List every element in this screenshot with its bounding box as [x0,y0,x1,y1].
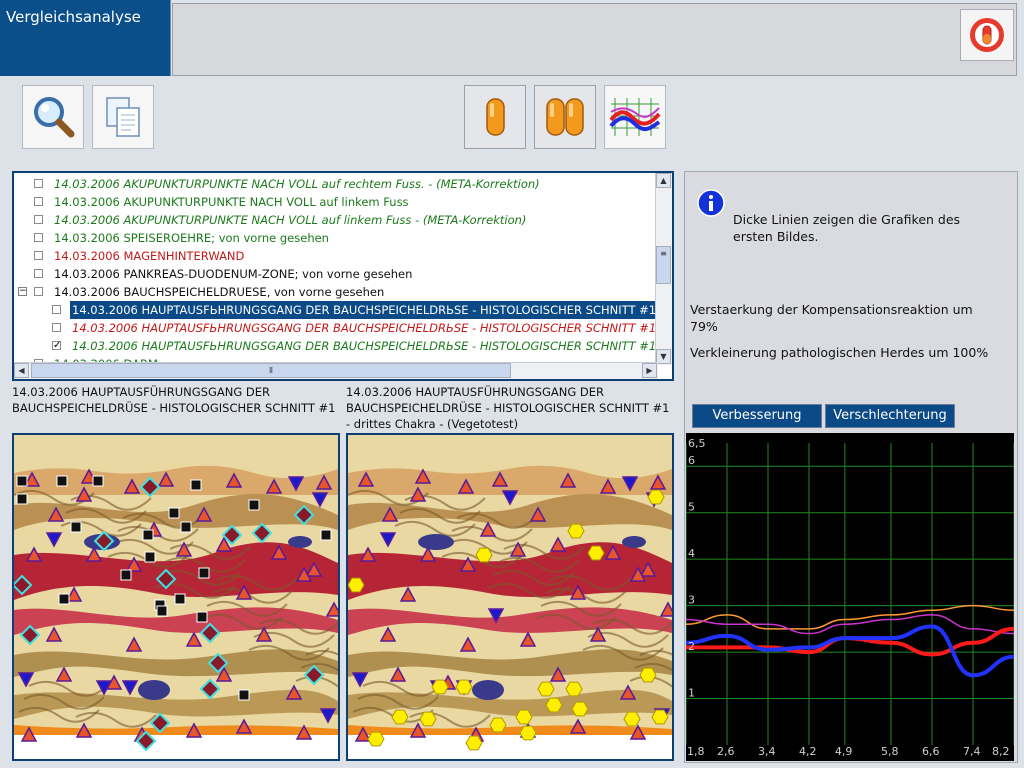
histology-picture [348,435,672,759]
tree-row-label: 14.03.2006 HAUPTAUSFЬHRUNGSGANG DER BAUC… [72,339,657,353]
x-tick-label: 4,2 [799,745,817,758]
improvement-button[interactable]: Verbesserung [692,404,822,428]
comparison-graph[interactable]: 1 2 3 4 5 6 6,5 1,8 2,6 3,4 4,2 4,9 5,8 6,6 7,4 8,2 [685,433,1015,761]
tree-row-label: 14.03.2006 MAGENHINTERWAND [54,249,245,263]
row-checkbox[interactable] [34,197,43,206]
row-checkbox[interactable] [34,251,43,260]
y-tick-label: 1 [688,687,695,700]
scroll-left-button[interactable]: ◀ [14,363,29,378]
power-off-button[interactable] [960,9,1014,61]
info-icon [697,189,725,217]
copy-button[interactable] [92,85,154,149]
right-histology-image[interactable] [346,433,674,761]
double-capsule-icon [546,98,584,136]
x-tick-label: 1,8 [687,745,705,758]
series-line-2 [686,626,1015,657]
row-checkbox[interactable] [52,305,61,314]
search-button[interactable] [22,85,84,149]
horizontal-scrollbar[interactable]: ◀ ⦀ ▶ [14,362,658,379]
tree-row-label: 14.03.2006 AKUPUNKTURPUNKTE NACH VOLL au… [54,195,409,209]
left-histology-image[interactable] [12,433,340,761]
tree-row[interactable]: 14.03.2006 HAUPTAUSFЬHRUNGSGANG DER BAUC… [14,319,658,337]
info-note-line: ersten Bildes. [733,229,819,244]
left-image-caption: 14.03.2006 HAUPTAUSFÜHRUNGSGANG DER BAUC… [12,384,335,416]
tree-row-label: 14.03.2006 PANKREAS-DUODENUM-ZONE; von v… [54,267,413,281]
row-checkbox[interactable] [34,215,43,224]
y-tick-label: 6 [688,454,695,467]
info-note: Dicke Linien zeigen die Grafiken des ers… [733,211,960,245]
header-bar [172,3,1017,76]
copy-documents-icon [106,97,140,137]
x-tick-label: 3,4 [758,745,776,758]
deterioration-button[interactable]: Verschlechterung [825,404,955,428]
comparison-chart: 1 2 3 4 5 6 6,5 1,8 2,6 3,4 4,2 4,9 5,8 6,6 7,4 8,2 [685,437,1015,758]
y-tick-label: 6,5 [688,437,706,450]
tree-row-label: 14.03.2006 AKUPUNKTURPUNKTE NACH VOLL au… [54,213,527,227]
row-checkbox[interactable] [34,233,43,242]
y-tick-label: 4 [688,547,695,560]
tree-row-label: 14.03.2006 HAUPTAUSFЬHRUNGSGANG DER BAUC… [70,301,661,319]
x-tick-label: 6,6 [922,745,940,758]
scroll-thumb-horizontal[interactable]: ⦀ [31,363,511,378]
scroll-up-button[interactable]: ▲ [656,173,671,188]
graph-view-button[interactable] [604,85,666,149]
scroll-thumb[interactable]: ≡ [656,246,671,284]
tree-row[interactable]: 14.03.2006 AKUPUNKTURPUNKTE NACH VOLL au… [14,193,658,211]
caption-line: BAUCHSPEICHELDRÜSE - HISTOLOGISCHER SCHN… [346,401,670,415]
tree-row[interactable]: 14.03.2006 AKUPUNKTURPUNKTE NACH VOLL au… [14,211,658,229]
collapse-toggle[interactable]: − [18,287,27,296]
caption-line: 14.03.2006 HAUPTAUSFÜHRUNGSGANG DER [346,385,605,399]
row-checkbox[interactable]: ✓ [52,341,61,351]
row-checkbox[interactable] [52,323,61,332]
tree-row[interactable]: 14.03.2006 MAGENHINTERWAND [14,247,658,265]
tree-row[interactable]: ✓ 14.03.2006 HAUPTAUSFЬHRUNGSGANG DER BAU… [14,337,658,355]
tree-row-label: 14.03.2006 SPEISEROEHRE; von vorne geseh… [54,231,329,245]
tree-row-label: 14.03.2006 AKUPUNKTURPUNKTE NACH VOLL au… [54,177,540,191]
series-line-0 [685,604,1015,630]
single-capsule-icon [486,98,505,136]
tree-row-label: 14.03.2006 BAUCHSPEICHELDRUESE, von vorn… [54,285,385,299]
stat-line: 79% [690,319,718,334]
single-image-view-button[interactable] [464,85,526,149]
caption-line: 14.03.2006 HAUPTAUSFÜHRUNGSGANG DER [12,385,271,399]
caption-line: BAUCHSPEICHELDRÜSE - HISTOLOGISCHER SCHN… [12,401,336,415]
graph-lines-icon [609,98,661,136]
histology-picture [14,435,338,759]
series-line-3 [685,624,1015,678]
row-checkbox[interactable] [34,179,43,188]
window-title-tab: Vergleichsanalyse [0,0,171,76]
lesion-stat: Verkleinerung pathologischen Herdes um 1… [690,345,989,360]
compare-view-button[interactable] [534,85,596,149]
stat-line: Verstaerkung der Kompensationsreaktion u… [690,302,973,317]
window-title: Vergleichsanalyse [6,8,141,26]
right-image-caption: 14.03.2006 HAUPTAUSFÜHRUNGSGANG DER BAUC… [346,384,669,432]
row-checkbox[interactable] [34,269,43,278]
y-tick-label: 3 [688,594,695,607]
power-off-icon [970,18,1004,52]
tree-row[interactable]: 14.03.2006 AKUPUNKTURPUNKTE NACH VOLL au… [14,175,658,193]
tree-row[interactable]: − 14.03.2006 BAUCHSPEICHELDRUESE, von vor… [14,283,658,301]
tree-row-label: 14.03.2006 HAUPTAUSFЬHRUNGSGANG DER BAUC… [72,321,657,335]
x-tick-label: 5,8 [881,745,899,758]
x-tick-label: 7,4 [963,745,981,758]
y-tick-label: 5 [688,501,695,514]
caption-line: - drittes Chakra - (Vegetotest) [346,417,519,431]
row-checkbox[interactable] [34,287,43,296]
measurement-tree[interactable]: 14.03.2006 AKUPUNKTURPUNKTE NACH VOLL au… [12,171,674,381]
magnifier-icon [34,97,75,138]
series-line-1 [685,614,1015,635]
compensation-stat: Verstaerkung der Kompensationsreaktion u… [690,301,973,335]
info-note-line: Dicke Linien zeigen die Grafiken des [733,212,961,227]
vertical-scrollbar[interactable]: ▲ ≡ ▼ [655,173,672,365]
y-tick-label: 2 [688,640,695,653]
x-tick-label: 8,2 [992,745,1010,758]
tree-row[interactable]: 14.03.2006 SPEISEROEHRE; von vorne geseh… [14,229,658,247]
tree-row[interactable]: 14.03.2006 PANKREAS-DUODENUM-ZONE; von v… [14,265,658,283]
tree-row[interactable]: 14.03.2006 HAUPTAUSFЬHRUNGSGANG DER BAUC… [14,301,661,319]
scroll-down-button[interactable]: ▼ [656,349,671,364]
x-tick-label: 4,9 [835,745,853,758]
scroll-right-button[interactable]: ▶ [642,363,657,378]
x-tick-label: 2,6 [717,745,735,758]
